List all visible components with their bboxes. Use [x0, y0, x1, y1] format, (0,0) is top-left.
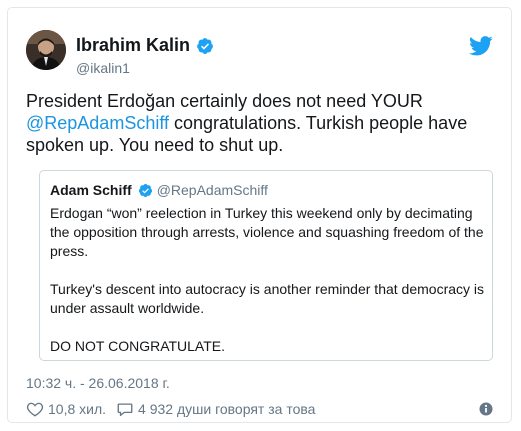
- reply-count: 4 932 души говорят за това: [138, 401, 316, 417]
- quoted-paragraph: Erdogan “won” reelection in Turkey this …: [50, 205, 484, 259]
- tweet-text: President Erdoğan certainly does not nee…: [26, 90, 496, 156]
- reply-button[interactable]: 4 932 души говорят за това: [116, 400, 315, 418]
- verified-badge-icon: [138, 183, 153, 198]
- quoted-tweet-body: Erdogan “won” reelection in Turkey this …: [50, 204, 486, 375]
- twitter-bird-icon[interactable]: [469, 36, 493, 56]
- quoted-display-name: Adam Schiff: [50, 182, 132, 198]
- action-bar: 10,8 хил. 4 932 души говорят за това: [26, 400, 315, 418]
- quoted-paragraph: Turkey's descent into autocracy is anoth…: [50, 281, 485, 316]
- heart-icon: [26, 402, 44, 417]
- like-button[interactable]: 10,8 хил.: [26, 400, 106, 418]
- quoted-tweet[interactable]: Adam Schiff @RepAdamSchiff Erdogan “won”…: [39, 170, 493, 361]
- comment-icon: [117, 403, 133, 417]
- info-icon[interactable]: [479, 402, 493, 416]
- timestamp[interactable]: 10:32 ч. - 26.06.2018 г.: [26, 375, 170, 391]
- verified-badge-icon: [196, 37, 214, 55]
- quoted-tweet-header: Adam Schiff @RepAdamSchiff: [50, 182, 268, 198]
- avatar[interactable]: [26, 30, 66, 70]
- author-name-row[interactable]: Ibrahim Kalin: [76, 35, 214, 56]
- mention-link[interactable]: @RepAdamSchiff: [26, 113, 169, 133]
- tweet-text-before: President Erdoğan certainly does not nee…: [26, 91, 423, 111]
- like-count: 10,8 хил.: [48, 401, 107, 417]
- quoted-paragraph: DO NOT CONGRATULATE.: [50, 338, 226, 354]
- author-display-name[interactable]: Ibrahim Kalin: [76, 35, 190, 56]
- tweet-card: Ibrahim Kalin @ikalin1 President Erdoğan…: [7, 7, 512, 423]
- author-handle[interactable]: @ikalin1: [76, 60, 130, 76]
- quoted-handle: @RepAdamSchiff: [156, 182, 268, 198]
